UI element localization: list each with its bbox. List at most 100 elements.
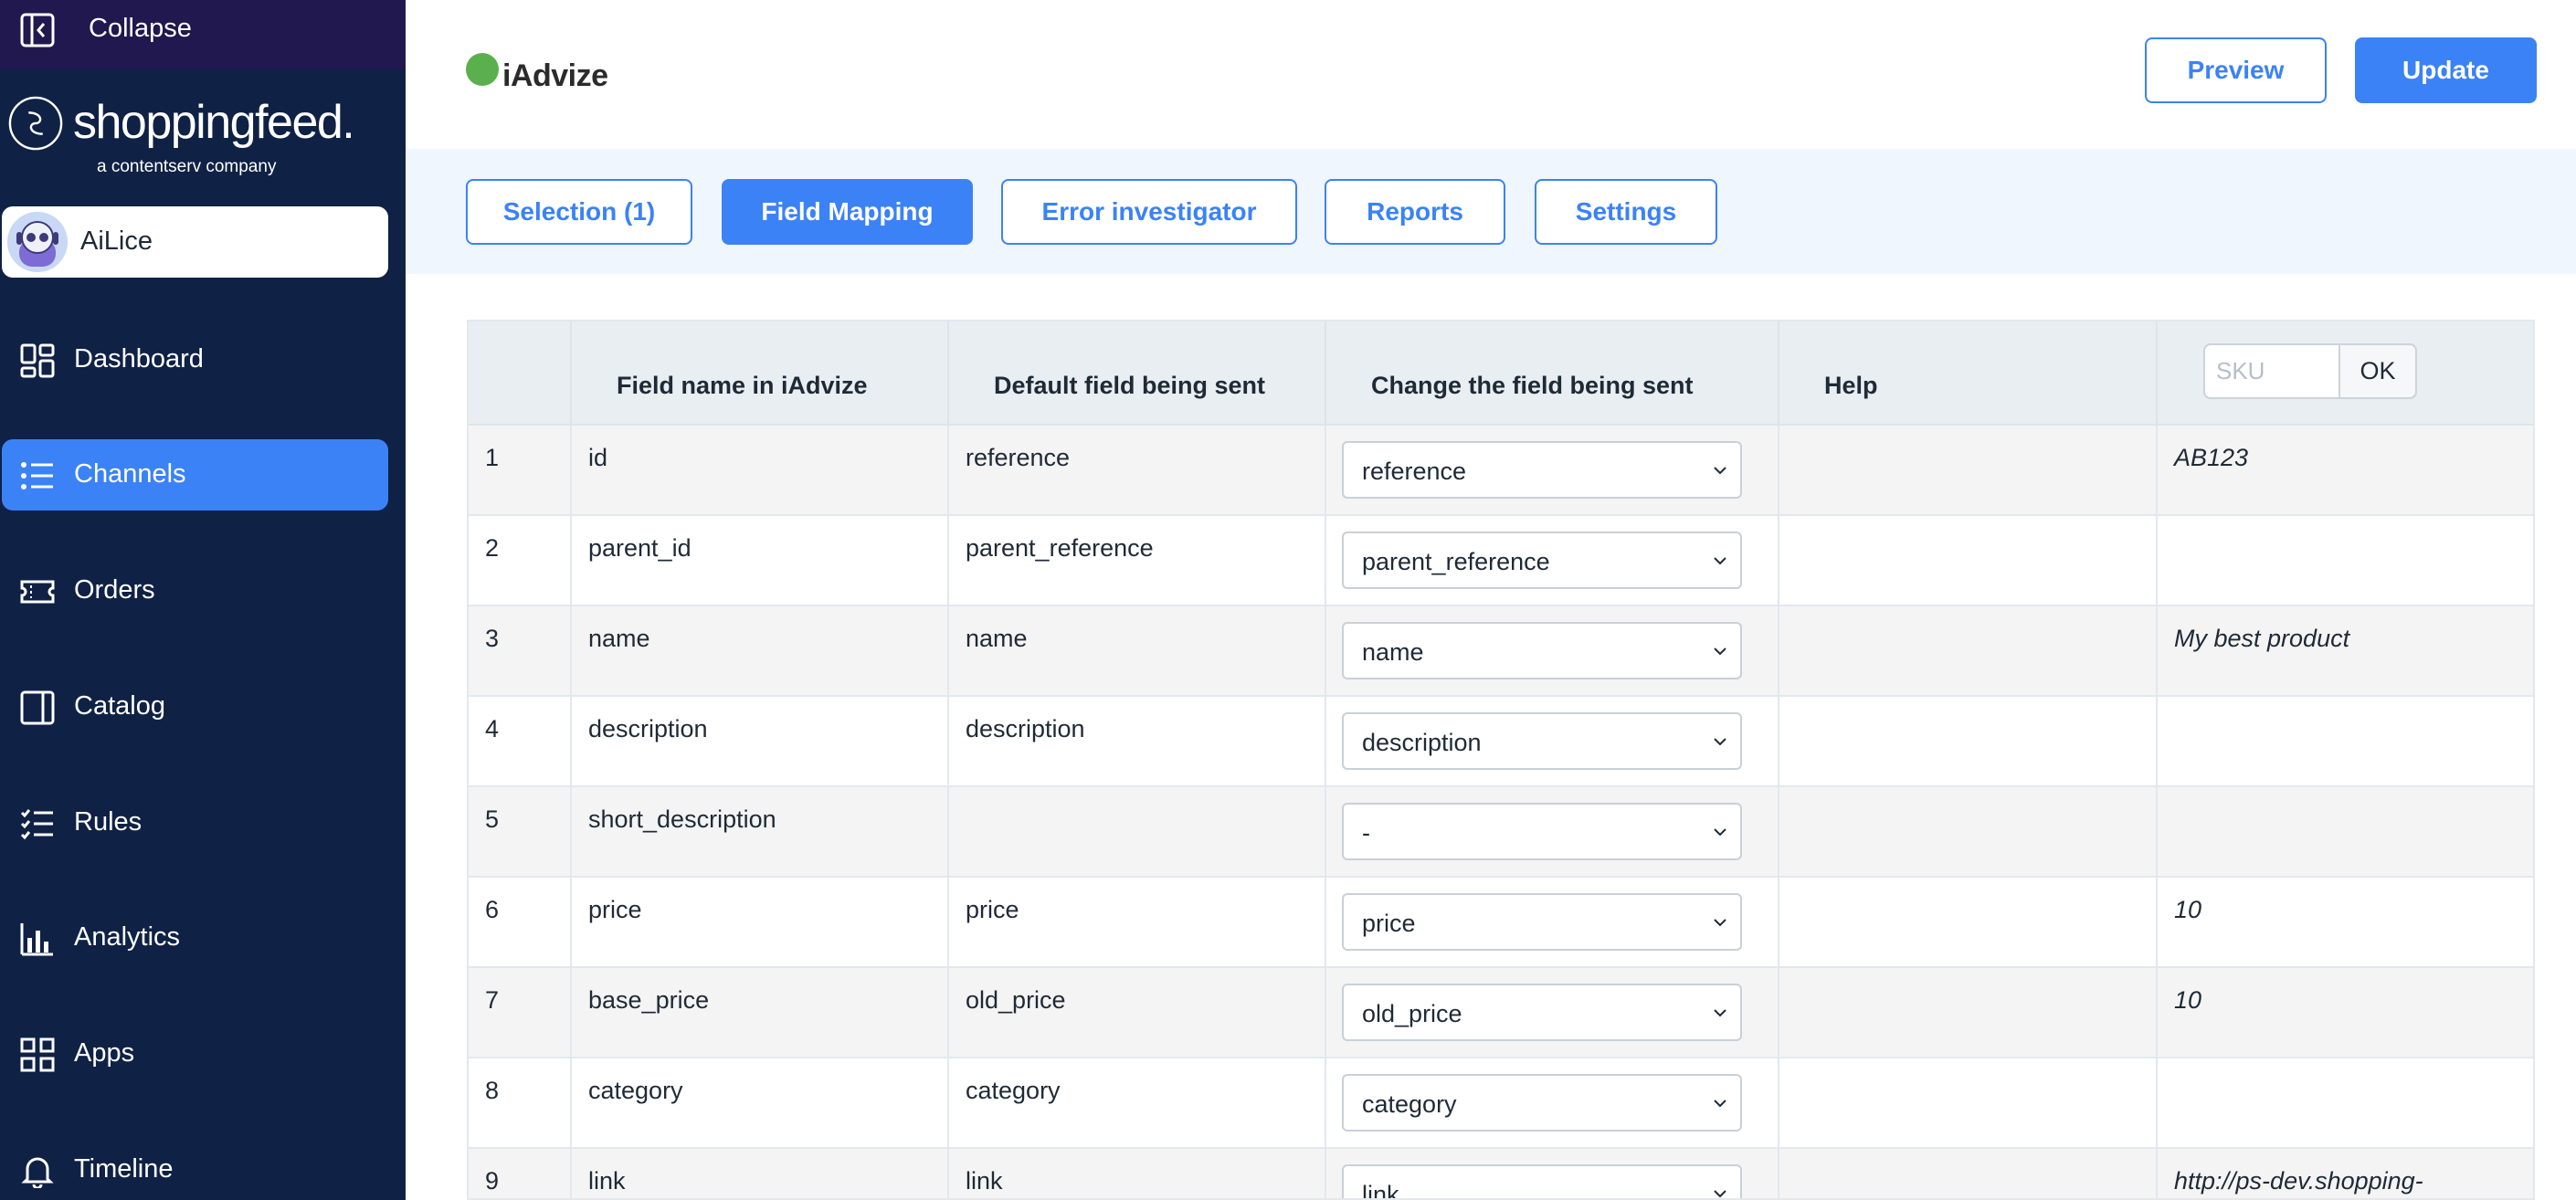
sidebar-item-label: Dashboard [74, 344, 204, 374]
cell-default-field: link [949, 1149, 1326, 1198]
cell-field-name: id [572, 426, 949, 516]
field-select[interactable]: name [1342, 622, 1742, 679]
field-select[interactable]: reference [1342, 441, 1742, 499]
table-header: Field name in iAdvize Default field bein… [469, 321, 2533, 426]
table-row: 1 id reference AB123 reference [469, 426, 2533, 516]
cell-default-field: price [949, 878, 1326, 968]
tab-reports[interactable]: Reports [1325, 179, 1505, 245]
shoppingfeed-logo-mark [8, 96, 63, 151]
cell-field-name: category [572, 1058, 949, 1149]
chevron-down-icon [1714, 1009, 1726, 1017]
sidebar-item-apps[interactable]: Apps [2, 1018, 388, 1089]
cell-help [1779, 1058, 2158, 1149]
tab-settings[interactable]: Settings [1535, 179, 1717, 245]
cell-help [1779, 968, 2158, 1058]
cell-example: http://ps-dev.shopping- [2174, 1167, 2423, 1195]
cell-example: 10 [2174, 986, 2202, 1014]
cell-example [2158, 516, 2533, 606]
cell-num: 6 [469, 878, 572, 968]
field-select-value: - [1362, 819, 1370, 847]
user-account[interactable]: AiLice [2, 206, 388, 278]
sidebar-item-label: Rules [74, 807, 143, 837]
cell-field-name: link [572, 1149, 949, 1198]
cell-default-field: category [949, 1058, 1326, 1149]
field-select[interactable]: old_price [1342, 984, 1742, 1041]
cell-help [1779, 606, 2158, 697]
bell-icon [21, 1157, 54, 1188]
field-select-value: reference [1362, 458, 1467, 485]
chevron-down-icon [1714, 1190, 1726, 1198]
cell-field-name: name [572, 606, 949, 697]
field-select[interactable]: category [1342, 1074, 1742, 1132]
sidebar-item-orders[interactable]: Orders [2, 555, 388, 626]
avatar [7, 212, 68, 272]
table-row: 8 category category category [469, 1058, 2533, 1149]
collapse-label: Collapse [89, 14, 192, 43]
shoppingfeed-logo[interactable]: shoppingfeed. a contentserv company [7, 91, 391, 192]
cell-default-field: parent_reference [949, 516, 1326, 606]
chevron-down-icon [1714, 919, 1726, 927]
field-select-value: old_price [1362, 1000, 1462, 1027]
table-row: 7 base_price old_price 10 old_price [469, 968, 2533, 1058]
field-select-value: link [1362, 1181, 1399, 1200]
cell-default-field [949, 787, 1326, 878]
cell-help [1779, 878, 2158, 968]
cell-default-field: name [949, 606, 1326, 697]
field-select-value: name [1362, 638, 1424, 666]
cell-field-name: parent_id [572, 516, 949, 606]
cell-example [2158, 697, 2533, 787]
sidebar-item-rules[interactable]: Rules [2, 787, 388, 858]
table-row: 2 parent_id parent_reference parent_referen… [469, 516, 2533, 606]
book-icon [20, 690, 55, 725]
sidebar-item-label: Timeline [74, 1154, 174, 1184]
field-select[interactable]: parent_reference [1342, 532, 1742, 589]
cell-example [2158, 787, 2533, 878]
field-select[interactable]: link [1342, 1164, 1742, 1200]
channel-logo-text: iAdvize [502, 58, 608, 93]
table-row: 4 description description description [469, 697, 2533, 787]
cell-example: My best product [2174, 625, 2350, 652]
cell-field-name: base_price [572, 968, 949, 1058]
dashboard-icon [20, 343, 55, 378]
table-row: 9 link link http://ps-dev.shopping-link [469, 1149, 2533, 1200]
table-row: 5 short_description - [469, 787, 2533, 878]
tab-selection[interactable]: Selection (1) [466, 179, 692, 245]
cell-example: AB123 [2174, 444, 2249, 471]
sidebar-item-catalog[interactable]: Catalog [2, 671, 388, 742]
sidebar-item-label: Analytics [74, 922, 181, 952]
sku-input[interactable] [2203, 343, 2338, 399]
cell-help [1779, 787, 2158, 878]
sidebar-item-analytics[interactable]: Analytics [2, 902, 388, 974]
field-select-value: description [1362, 729, 1482, 756]
cell-default-field: description [949, 697, 1326, 787]
sidebar-item-label: Channels [74, 459, 186, 489]
cell-field-name: price [572, 878, 949, 968]
list-icon [21, 462, 53, 489]
collapse-sidebar-icon [20, 13, 55, 47]
sidebar-item-channels[interactable]: Channels [2, 439, 388, 511]
sidebar-item-dashboard[interactable]: Dashboard [2, 324, 388, 395]
page-header: iAdvize Preview Update [406, 0, 2576, 149]
chat-bubble-icon [466, 53, 499, 86]
preview-button[interactable]: Preview [2145, 37, 2327, 103]
chevron-down-icon [1714, 647, 1726, 656]
field-select[interactable]: - [1342, 803, 1742, 860]
tab-error-investigator[interactable]: Error investigator [1001, 179, 1297, 245]
table-row: 6 price price 10 price [469, 878, 2533, 968]
sku-ok-button[interactable]: OK [2338, 343, 2417, 399]
update-button[interactable]: Update [2355, 37, 2537, 103]
tab-field-mapping[interactable]: Field Mapping [722, 179, 973, 245]
sidebar-item-timeline[interactable]: Timeline [2, 1134, 388, 1200]
field-select-value: category [1362, 1090, 1457, 1118]
cell-num: 2 [469, 516, 572, 606]
field-select[interactable]: price [1342, 893, 1742, 951]
field-select[interactable]: description [1342, 712, 1742, 770]
sidebar: Collapse shoppingfeed. a contentserv com… [0, 0, 406, 1200]
apps-grid-icon [20, 1037, 55, 1072]
sidebar-item-label: Catalog [74, 691, 165, 721]
collapse-button[interactable]: Collapse [0, 0, 406, 69]
sidebar-item-label: Orders [74, 575, 155, 605]
cell-num: 5 [469, 787, 572, 878]
tabs-bar: Selection (1) Field Mapping Error invest… [406, 149, 2576, 274]
cell-example: 10 [2174, 896, 2202, 923]
